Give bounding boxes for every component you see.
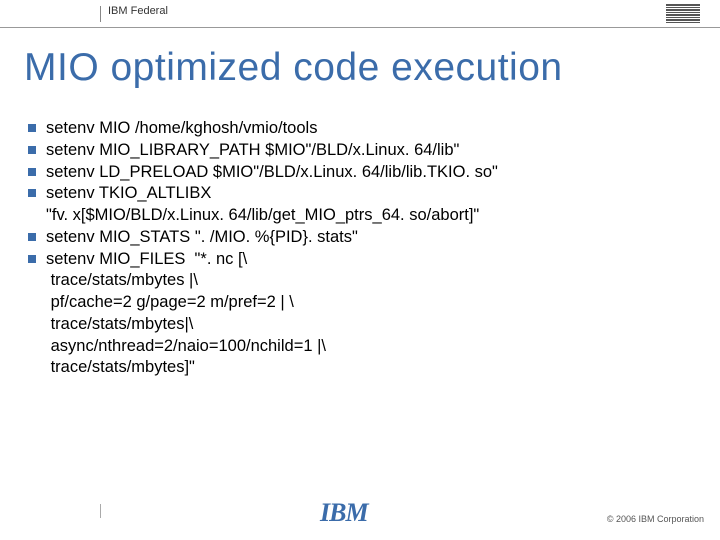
list-item: setenv MIO_STATS ". /MIO. %{PID}. stats" [28, 227, 678, 249]
bullet-text: setenv MIO_FILES "*. nc [\ trace/stats/m… [46, 249, 326, 380]
list-item: setenv MIO_LIBRARY_PATH $MIO"/BLD/x.Linu… [28, 140, 678, 162]
header-label: IBM Federal [108, 5, 168, 17]
slide-header: IBM Federal [0, 0, 720, 28]
bullet-text: setenv TKIO_ALTLIBX "fv. x[$MIO/BLD/x.Li… [46, 183, 479, 227]
list-item: setenv LD_PRELOAD $MIO"/BLD/x.Linux. 64/… [28, 162, 678, 184]
bullet-icon [28, 189, 36, 197]
bullet-text: setenv LD_PRELOAD $MIO"/BLD/x.Linux. 64/… [46, 162, 498, 184]
bullet-icon [28, 124, 36, 132]
slide-footer: IBM © 2006 IBM Corporation [0, 500, 720, 530]
ibm-logo-icon [666, 4, 700, 23]
bullet-list: setenv MIO /home/kghosh/vmio/tools seten… [28, 118, 678, 379]
bullet-text: setenv MIO_LIBRARY_PATH $MIO"/BLD/x.Linu… [46, 140, 459, 162]
ibm-wordmark: IBM [320, 498, 368, 528]
list-item: setenv TKIO_ALTLIBX "fv. x[$MIO/BLD/x.Li… [28, 183, 678, 227]
list-item: setenv MIO_FILES "*. nc [\ trace/stats/m… [28, 249, 678, 380]
bullet-icon [28, 146, 36, 154]
bullet-icon [28, 168, 36, 176]
bullet-text: setenv MIO_STATS ". /MIO. %{PID}. stats" [46, 227, 358, 249]
page-title: MIO optimized code execution [24, 46, 720, 90]
bullet-icon [28, 255, 36, 263]
header-tick-mark [100, 6, 101, 22]
bullet-text: setenv MIO /home/kghosh/vmio/tools [46, 118, 317, 140]
list-item: setenv MIO /home/kghosh/vmio/tools [28, 118, 678, 140]
footer-tick-mark [100, 504, 101, 518]
bullet-icon [28, 233, 36, 241]
copyright-text: © 2006 IBM Corporation [607, 514, 704, 524]
